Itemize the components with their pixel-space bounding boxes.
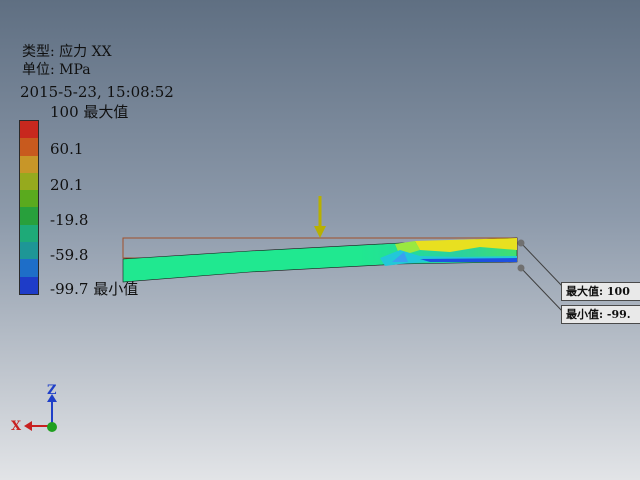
min-probe-marker [517, 264, 525, 272]
max-leader-line [520, 242, 564, 288]
min-leader-line [520, 267, 564, 313]
load-arrow-icon [314, 196, 326, 238]
x-axis-label: X [11, 419, 22, 434]
model-viewport[interactable] [0, 0, 640, 480]
z-axis-label: Z [47, 383, 57, 398]
max-value-callout[interactable]: 最大值: 100 [561, 282, 640, 301]
axis-triad-icon [24, 394, 57, 432]
min-value-callout[interactable]: 最小值: -99. [561, 305, 640, 324]
max-probe-marker [517, 239, 525, 247]
